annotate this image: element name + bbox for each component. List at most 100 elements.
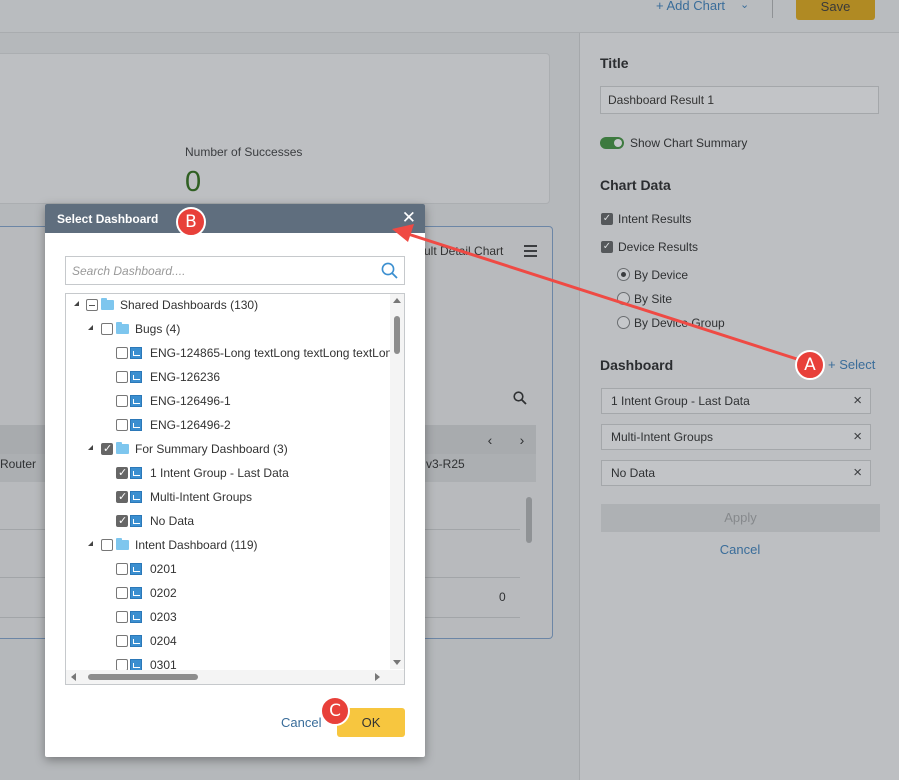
tree-label: 0201 xyxy=(150,562,177,576)
by-device-label: By Device xyxy=(634,268,689,282)
close-icon[interactable]: ✕ xyxy=(402,209,416,226)
tree-label: ENG-126496-1 xyxy=(150,394,231,408)
dialog-cancel-button[interactable]: Cancel xyxy=(281,715,321,730)
intent-results-checkbox[interactable]: ✓ xyxy=(601,213,613,225)
toolbar-divider xyxy=(772,0,773,18)
expand-arrow-icon[interactable] xyxy=(74,301,79,306)
checkbox[interactable] xyxy=(101,442,113,455)
expand-arrow-icon[interactable] xyxy=(88,325,93,330)
top-toolbar: + Add Chart ⌄ Save xyxy=(0,0,899,33)
table-cell-value: 0 xyxy=(499,590,506,604)
table-cell-r25: v3-R25 xyxy=(426,457,465,471)
remove-icon[interactable]: × xyxy=(853,461,862,485)
checkbox[interactable] xyxy=(116,419,128,431)
tree-label: 0204 xyxy=(150,634,177,648)
dashboard-icon xyxy=(130,563,142,575)
scroll-thumb[interactable] xyxy=(394,316,400,354)
tree-label: Bugs (4) xyxy=(135,322,181,336)
tree-label: ENG-124865-Long textLong textLong textLo… xyxy=(150,346,399,360)
dashboard-tree: Shared Dashboards (130) Bugs (4) ENG-124… xyxy=(65,293,405,685)
dashboard-icon xyxy=(130,371,142,383)
checkbox[interactable] xyxy=(116,490,128,503)
tag-label: No Data xyxy=(611,466,656,480)
show-chart-summary-toggle[interactable] xyxy=(600,137,624,149)
checkbox[interactable] xyxy=(101,323,113,335)
dashboard-icon xyxy=(130,611,142,623)
save-button[interactable]: Save xyxy=(796,0,875,20)
chevron-down-icon: ⌄ xyxy=(740,0,750,11)
scroll-up-icon[interactable] xyxy=(393,298,401,303)
detail-chart-title: ult Detail Chart xyxy=(424,244,504,258)
folder-icon xyxy=(116,538,129,550)
annotation-marker-a: A xyxy=(795,350,825,380)
folder-icon xyxy=(116,322,129,334)
annotation-marker-c: C xyxy=(320,696,350,726)
remove-icon[interactable]: × xyxy=(853,425,862,449)
chevron-left-icon[interactable]: ‹ xyxy=(480,430,500,450)
dialog-title: Select Dashboard xyxy=(57,212,159,226)
chart-summary-card: Number of Successes 0 xyxy=(0,53,550,204)
scroll-left-icon[interactable] xyxy=(71,673,76,681)
selected-dashboard-tag: No Data × xyxy=(601,460,871,486)
dashboard-icon xyxy=(130,635,142,647)
folder-icon xyxy=(101,298,114,310)
device-results-label: Device Results xyxy=(618,240,699,254)
checkbox[interactable] xyxy=(116,514,128,527)
by-site-radio[interactable] xyxy=(617,292,630,305)
search-icon[interactable] xyxy=(513,391,527,405)
by-site-label: By Site xyxy=(634,292,673,306)
scroll-right-icon[interactable] xyxy=(375,673,380,681)
dashboard-icon xyxy=(130,587,142,599)
tree-label: Intent Dashboard (119) xyxy=(135,538,258,552)
table-cell-router: Router xyxy=(0,457,37,471)
intent-results-label: Intent Results xyxy=(618,212,692,226)
tag-label: 1 Intent Group - Last Data xyxy=(611,394,750,408)
tree-label: Shared Dashboards (130) xyxy=(120,298,259,312)
checkbox[interactable] xyxy=(116,466,128,479)
panel-cancel-link: Cancel xyxy=(580,542,899,557)
tree-label: No Data xyxy=(150,514,195,528)
checkbox[interactable] xyxy=(101,539,113,551)
dialog-header: Select Dashboard ✕ xyxy=(45,204,425,233)
checkbox[interactable] xyxy=(116,371,128,383)
search-icon[interactable] xyxy=(380,261,400,281)
device-results-checkbox[interactable]: ✓ xyxy=(601,241,613,253)
checkbox[interactable] xyxy=(116,347,128,359)
horizontal-scrollbar[interactable] xyxy=(66,670,404,684)
checkbox[interactable] xyxy=(116,563,128,575)
successes-value: 0 xyxy=(185,166,202,198)
add-chart-button[interactable]: + Add Chart xyxy=(656,0,725,13)
tree-label: For Summary Dashboard (3) xyxy=(135,442,288,456)
selected-dashboard-tag: Multi-Intent Groups × xyxy=(601,424,871,450)
vertical-scrollbar[interactable] xyxy=(390,294,404,669)
panel-cancel-button[interactable]: Cancel xyxy=(720,542,760,557)
tree-label: 0202 xyxy=(150,586,177,600)
title-input[interactable]: Dashboard Result 1 xyxy=(600,86,879,114)
remove-icon[interactable]: × xyxy=(853,389,862,413)
select-dashboard-link[interactable]: + Select xyxy=(828,357,875,372)
tree-label: ENG-126236 xyxy=(150,370,221,384)
scroll-thumb[interactable] xyxy=(88,674,198,680)
tree-label: ENG-126496-2 xyxy=(150,418,231,432)
show-chart-summary-label: Show Chart Summary xyxy=(630,136,748,150)
apply-button[interactable]: Apply xyxy=(601,504,880,532)
by-device-group-label: By Device Group xyxy=(634,316,725,330)
checkbox[interactable] xyxy=(116,635,128,647)
checkbox[interactable] xyxy=(86,299,98,311)
checkbox[interactable] xyxy=(116,611,128,623)
checkbox[interactable] xyxy=(116,587,128,599)
dashboard-icon xyxy=(130,491,142,503)
chevron-right-icon[interactable]: › xyxy=(512,430,532,450)
scroll-down-icon[interactable] xyxy=(393,660,401,665)
checkbox[interactable] xyxy=(116,395,128,407)
tree-label: 0203 xyxy=(150,610,177,624)
table-scrollbar[interactable] xyxy=(526,497,532,543)
hamburger-menu-icon[interactable] xyxy=(524,245,537,257)
by-device-group-radio[interactable] xyxy=(617,316,630,329)
expand-arrow-icon[interactable] xyxy=(88,445,93,450)
expand-arrow-icon[interactable] xyxy=(88,541,93,546)
search-dashboard-input[interactable] xyxy=(66,257,366,284)
select-dashboard-dialog: Select Dashboard ✕ Shared Dashboards (13… xyxy=(45,204,425,757)
tree-label: 1 Intent Group - Last Data xyxy=(150,466,289,480)
by-device-radio[interactable] xyxy=(617,268,630,281)
